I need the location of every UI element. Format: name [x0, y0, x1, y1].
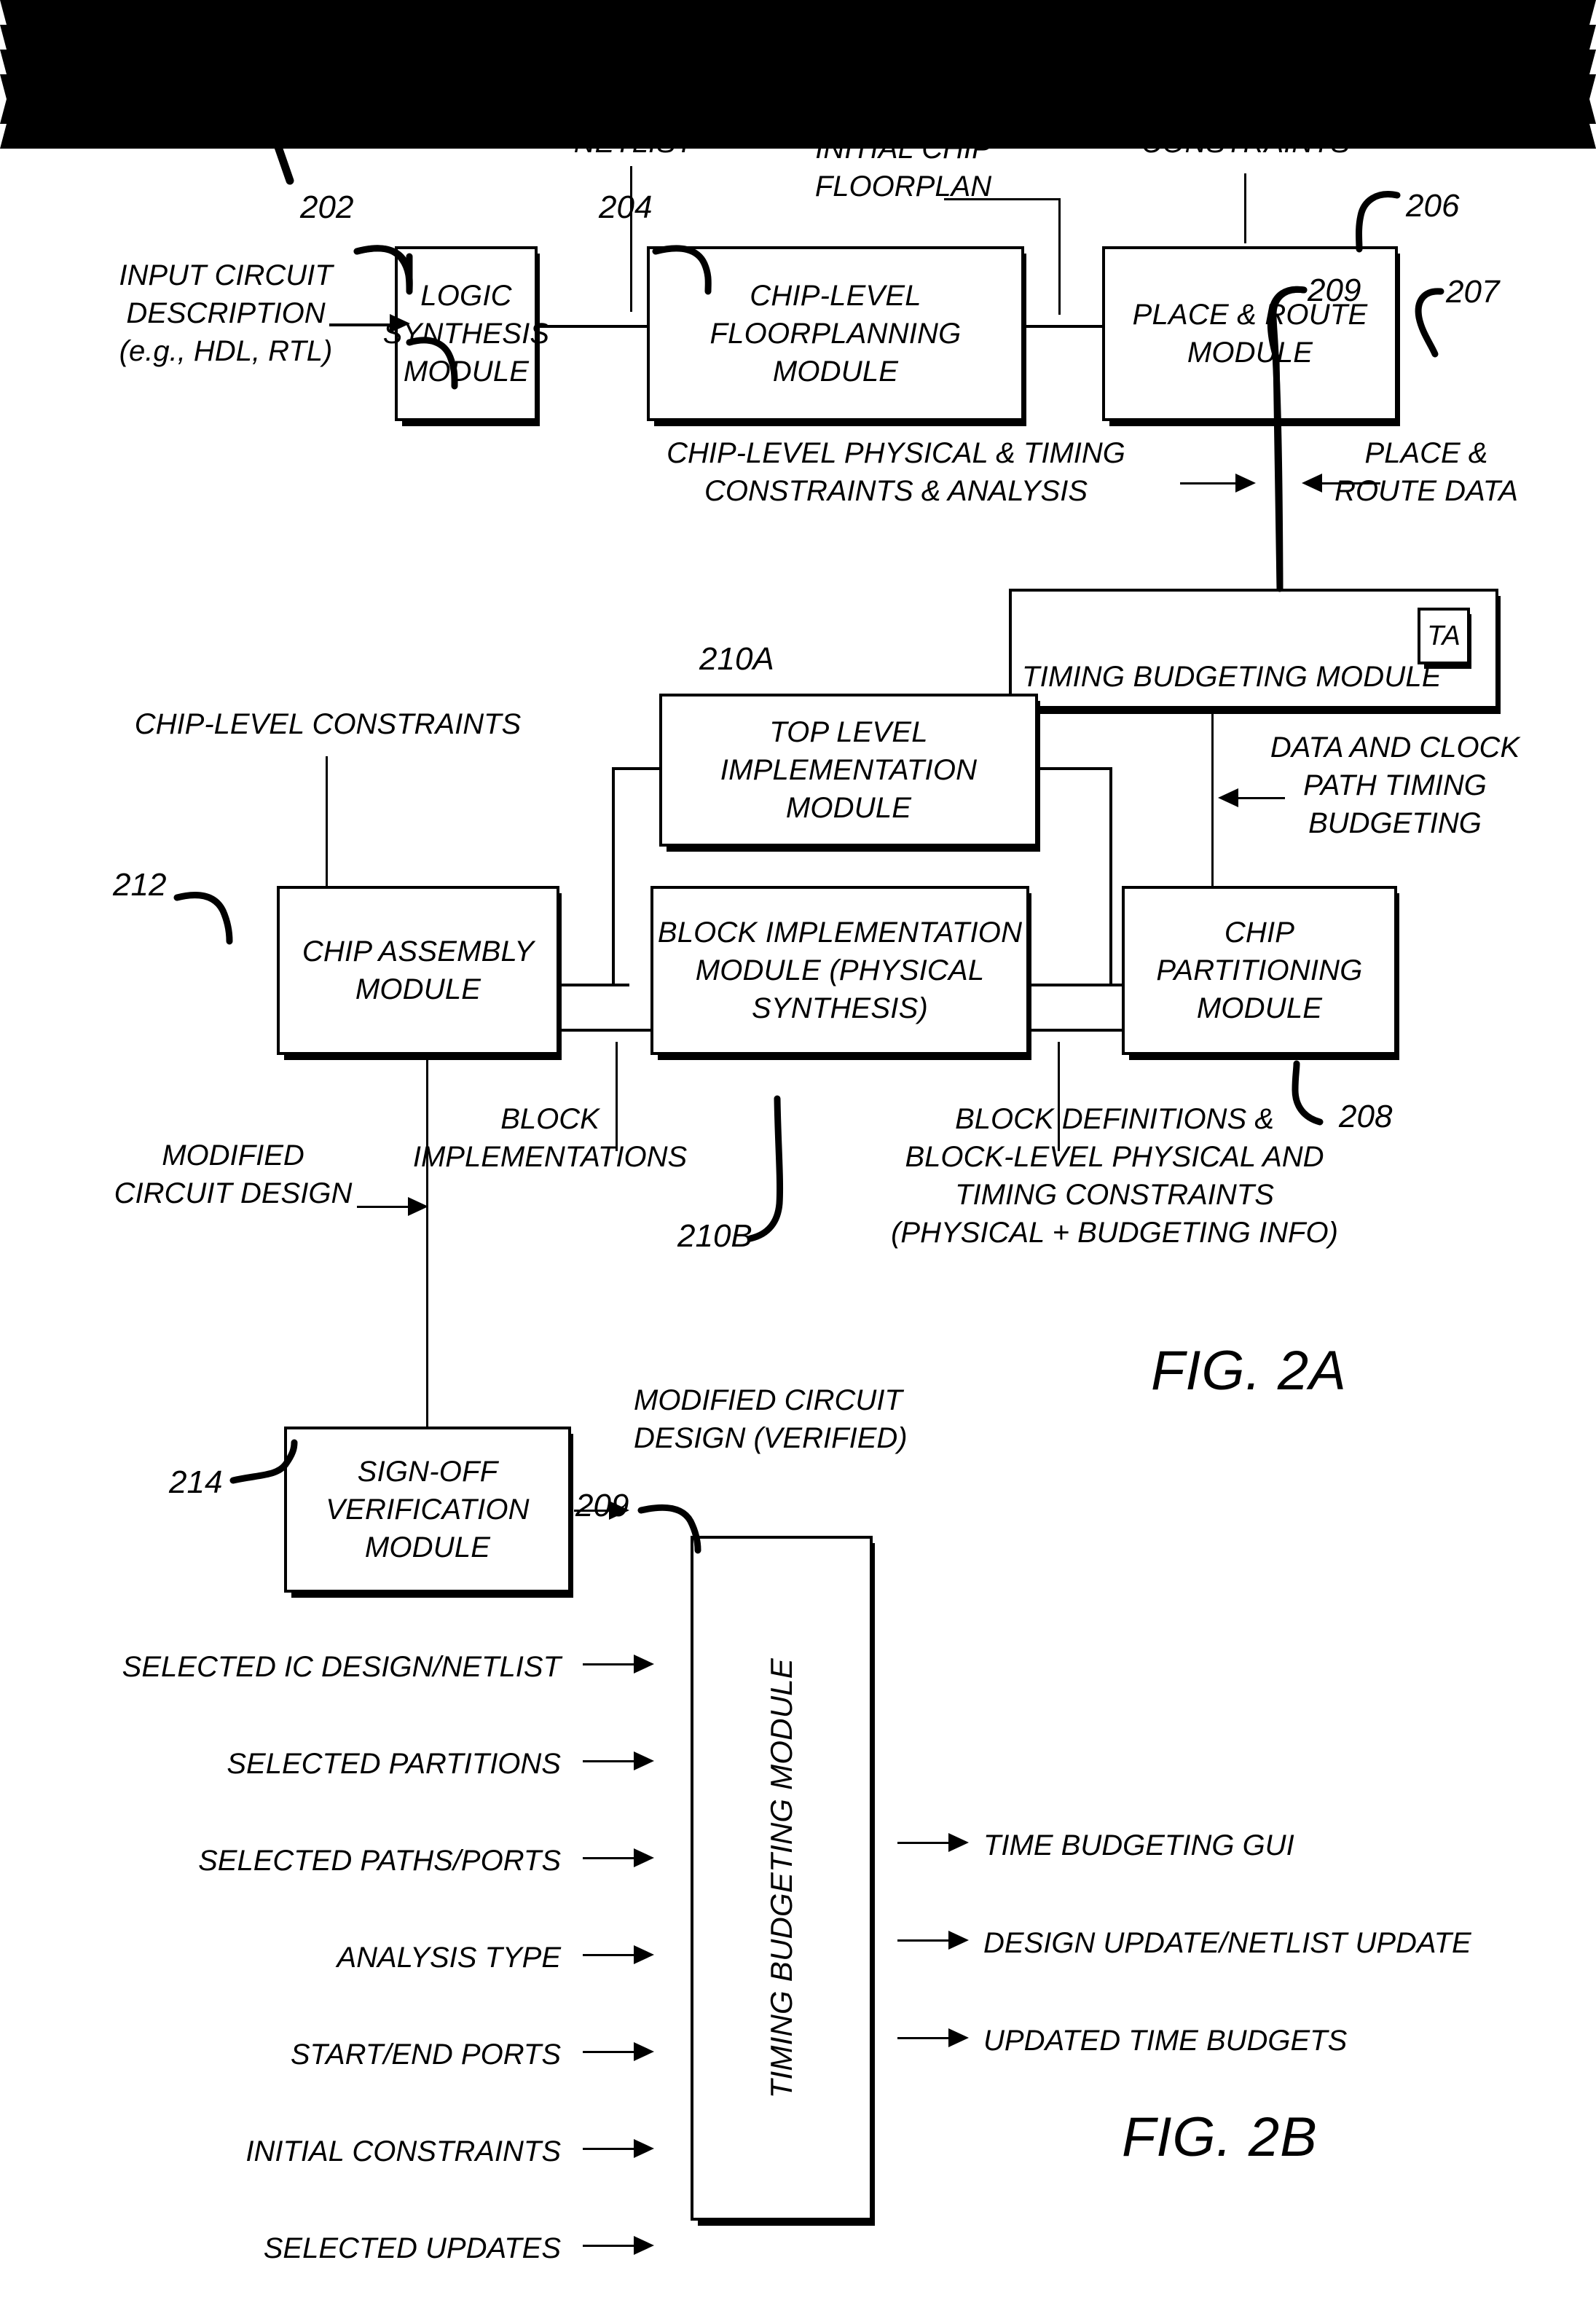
- output-line-0: [897, 1842, 954, 1844]
- modified-circuit-design-label: MODIFIED CIRCUIT DESIGN: [114, 1139, 353, 1209]
- ta-label: TA: [1427, 620, 1461, 651]
- reference-number-204: 204: [599, 189, 653, 225]
- chip-level-constraints-top-label: CHIP-LEVEL PHYSICAL & TIMING CONSTRAINTS: [1016, 89, 1475, 159]
- reference-number-206: 206: [1406, 188, 1460, 224]
- input-line-6: [583, 2245, 640, 2247]
- module-sign-off-verification[interactable]: SIGN-OFF VERIFICATION MODULE: [284, 1427, 573, 1598]
- input-circuit-description-label: INPUT CIRCUIT DESCRIPTION (e.g., HDL, RT…: [119, 259, 333, 367]
- reference-number-200: 200: [127, 76, 181, 111]
- input-line-3: [583, 1954, 640, 1956]
- input-arrowhead-icon-2: [634, 1848, 654, 1867]
- output-line-1: [897, 1939, 954, 1942]
- input-line-4: [583, 2051, 640, 2053]
- figure-label-2b: FIG. 2B: [1122, 2106, 1318, 2168]
- module-block-implementation[interactable]: BLOCK IMPLEMENTATION MODULE (PHYSICAL SY…: [650, 886, 1031, 1060]
- initial-chip-floorplan-arrowhead-icon: [0, 25, 1596, 50]
- modified-circuit-design-verified-label: MODIFIED CIRCUIT DESIGN (VERIFIED): [634, 1384, 908, 1454]
- netlist-label: NETLIST: [573, 127, 694, 159]
- bidirectional-left-arrowhead-icon: [1235, 474, 1256, 493]
- bidirectional-right-arrowhead-icon: [1302, 474, 1322, 493]
- output-arrowhead-icon-0: [948, 1833, 969, 1852]
- input-arrowhead-icon-6: [634, 2236, 654, 2255]
- modified-circuit-design-arrowhead-icon: [408, 1197, 428, 1216]
- input-line-5: [583, 2148, 640, 2150]
- link-logic-to-floorplanning: [536, 325, 651, 328]
- input-label-initial-constraints: INITIAL CONSTRAINTS: [245, 2135, 561, 2167]
- link-assembly-to-toplevel-v: [612, 767, 615, 986]
- reference-number-209-fig2b: 209: [575, 1488, 629, 1523]
- reference-number-210A: 210A: [699, 641, 774, 677]
- link-assembly-to-block-h: [558, 1029, 653, 1032]
- input-label-selected-partitions: SELECTED PARTITIONS: [227, 1748, 561, 1780]
- reference-number-212: 212: [113, 867, 167, 903]
- reference-number-214: 214: [169, 1464, 223, 1500]
- link-assembly-to-toplevel-h: [558, 984, 629, 986]
- module-timing-budgeting-fig2b-label: TIMING BUDGETING MODULE: [763, 1657, 798, 2099]
- input-label-start-end-ports: START/END PORTS: [290, 2039, 561, 2071]
- link-floorplanning-to-place-route: [1021, 325, 1107, 328]
- link-timingbudget-to-toplevel: [1036, 767, 1112, 770]
- output-label-updated-time-budgets: UPDATED TIME BUDGETS: [983, 2025, 1348, 2057]
- input-label-selected-ic-design-netlist: SELECTED IC DESIGN/NETLIST: [122, 1651, 561, 1683]
- input-arrowhead-icon-5: [634, 2139, 654, 2158]
- chip-level-constraints-analysis-label: CHIP-LEVEL PHYSICAL & TIMING CONSTRAINTS…: [667, 437, 1125, 507]
- output-arrowhead-icon-2: [948, 2028, 969, 2047]
- place-route-data-label: PLACE & ROUTE DATA: [1334, 437, 1518, 507]
- block-definitions-label: BLOCK DEFINITIONS & BLOCK-LEVEL PHYSICAL…: [891, 1103, 1338, 1249]
- module-chip-partitioning[interactable]: CHIP PARTITIONING MODULE: [1122, 886, 1399, 1060]
- patent-figure-page: 200 NETLIST INITIAL CHIP FLOORPLAN CHIP-…: [0, 0, 1596, 2319]
- bidirectional-left-line: [1180, 482, 1238, 484]
- link-toplevel-left-h: [612, 767, 661, 770]
- input-circuit-arrowhead-icon: [390, 314, 410, 333]
- input-label-analysis-type: ANALYSIS TYPE: [337, 1942, 561, 1974]
- output-arrowhead-icon-1: [948, 1931, 969, 1950]
- module-timing-budgeting-label: TIMING BUDGETING MODULE: [1022, 661, 1442, 693]
- data-clock-path-timing-budgeting-label: DATA AND CLOCK PATH TIMING BUDGETING: [1270, 731, 1520, 839]
- timing-analysis-ta-box[interactable]: TA: [1418, 608, 1471, 669]
- module-chip-level-floorplanning[interactable]: CHIP-LEVEL FLOORPLANNING MODULE: [647, 246, 1026, 426]
- output-label-time-budgeting-gui: TIME BUDGETING GUI: [983, 1829, 1294, 1861]
- input-line-0: [583, 1663, 640, 1665]
- chip-level-constraints-label: CHIP-LEVEL CONSTRAINTS: [134, 708, 522, 740]
- input-arrowhead-icon-0: [634, 1655, 654, 1673]
- input-label-selected-updates: SELECTED UPDATES: [263, 2232, 561, 2264]
- module-timing-budgeting-fig2b[interactable]: TIMING BUDGETING MODULE: [691, 1536, 875, 2226]
- reference-number-210B: 210B: [677, 1218, 752, 1254]
- input-label-selected-paths-ports: SELECTED PATHS/PORTS: [198, 1845, 561, 1877]
- place-route-to-timing-bus: [1279, 421, 1281, 590]
- reference-number-202: 202: [300, 189, 354, 225]
- input-line-1: [583, 1760, 640, 1762]
- netlist-arrow-line: [630, 166, 632, 312]
- initial-chip-floorplan-label: INITIAL CHIP FLOORPLAN: [814, 133, 992, 203]
- link-block-to-partitioning-h2: [1027, 1029, 1125, 1032]
- data-clock-arrowhead-icon: [1218, 788, 1238, 807]
- link-toplevel-vertical-right: [1109, 767, 1112, 986]
- input-arrowhead-icon-3: [634, 1945, 654, 1964]
- input-arrowhead-icon-4: [634, 2042, 654, 2061]
- input-arrowhead-icon-1: [634, 1751, 654, 1770]
- output-label-design-update-netlist-update: DESIGN UPDATE/NETLIST UPDATE: [983, 1927, 1471, 1959]
- netlist-arrowhead-icon: [0, 0, 1596, 25]
- chip-level-constraints-top-arrowhead-icon: [0, 50, 1596, 74]
- output-line-2: [897, 2037, 954, 2039]
- module-top-level-implementation[interactable]: TOP LEVEL IMPLEMENTATION MODULE: [659, 694, 1040, 852]
- input-line-2: [583, 1857, 640, 1859]
- block-implementations-label: BLOCK IMPLEMENTATIONS: [412, 1103, 688, 1173]
- module-logic-synthesis[interactable]: LOGIC SYNTHESIS MODULE: [383, 246, 549, 426]
- chip-level-constraints-top-arrow-line: [1244, 173, 1246, 243]
- module-chip-assembly[interactable]: CHIP ASSEMBLY MODULE: [277, 886, 562, 1060]
- reference-number-208: 208: [1339, 1099, 1393, 1134]
- initial-chip-floorplan-connector-v: [1058, 198, 1061, 315]
- reference-number-207: 207: [1446, 274, 1500, 310]
- reference-number-209-fig2a: 209: [1308, 272, 1361, 308]
- link-block-to-partitioning-h: [1027, 984, 1125, 986]
- figure-label-2a: FIG. 2A: [1151, 1340, 1347, 1402]
